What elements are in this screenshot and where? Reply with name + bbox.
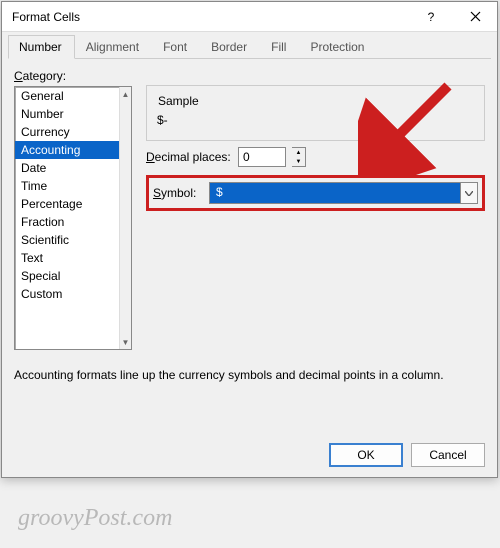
symbol-combobox[interactable]: $ (209, 182, 460, 204)
symbol-dropdown-button[interactable] (460, 182, 478, 204)
list-item[interactable]: Scientific (15, 231, 119, 249)
category-listbox[interactable]: General Number Currency Accounting Date … (14, 86, 132, 350)
list-item[interactable]: Custom (15, 285, 119, 303)
list-item[interactable]: Percentage (15, 195, 119, 213)
decimal-label: Decimal places: (146, 150, 232, 164)
decimal-spinner[interactable]: ▲ ▼ (292, 147, 306, 167)
sample-label: Sample (155, 94, 202, 108)
dialog-title: Format Cells (2, 10, 409, 24)
titlebar: Format Cells ? (2, 2, 497, 32)
list-item[interactable]: Currency (15, 123, 119, 141)
cancel-button[interactable]: Cancel (411, 443, 485, 467)
category-label: Category: (14, 69, 132, 83)
list-item[interactable]: Date (15, 159, 119, 177)
annotation-highlight: Symbol: $ (146, 175, 485, 211)
tab-number[interactable]: Number (8, 35, 75, 59)
scroll-up-icon[interactable]: ▲ (120, 87, 131, 101)
symbol-label: Symbol: (153, 186, 203, 200)
annotation-arrow-icon (358, 76, 468, 176)
tab-protection[interactable]: Protection (299, 35, 377, 59)
decimal-places-input[interactable] (238, 147, 286, 167)
tab-fill[interactable]: Fill (260, 35, 299, 59)
list-item[interactable]: Text (15, 249, 119, 267)
chevron-down-icon (465, 191, 473, 196)
scrollbar[interactable]: ▲ ▼ (119, 87, 131, 349)
tab-font[interactable]: Font (152, 35, 200, 59)
list-item[interactable]: Time (15, 177, 119, 195)
scroll-down-icon[interactable]: ▼ (120, 335, 131, 349)
list-item-selected[interactable]: Accounting (15, 141, 119, 159)
list-item[interactable]: General (15, 87, 119, 105)
close-button[interactable] (453, 2, 497, 31)
list-item[interactable]: Special (15, 267, 119, 285)
watermark: groovyPost.com (18, 505, 172, 532)
format-cells-dialog: Format Cells ? Number Alignment Font Bor… (1, 1, 498, 478)
ok-button[interactable]: OK (329, 443, 403, 467)
list-item[interactable]: Fraction (15, 213, 119, 231)
help-button[interactable]: ? (409, 2, 453, 31)
tab-bar: Number Alignment Font Border Fill Protec… (2, 34, 497, 58)
tab-alignment[interactable]: Alignment (75, 35, 152, 59)
spin-up-icon[interactable]: ▲ (292, 148, 305, 157)
list-item[interactable]: Number (15, 105, 119, 123)
tab-border[interactable]: Border (200, 35, 260, 59)
format-description: Accounting formats line up the currency … (2, 368, 497, 382)
spin-down-icon[interactable]: ▼ (292, 157, 305, 166)
